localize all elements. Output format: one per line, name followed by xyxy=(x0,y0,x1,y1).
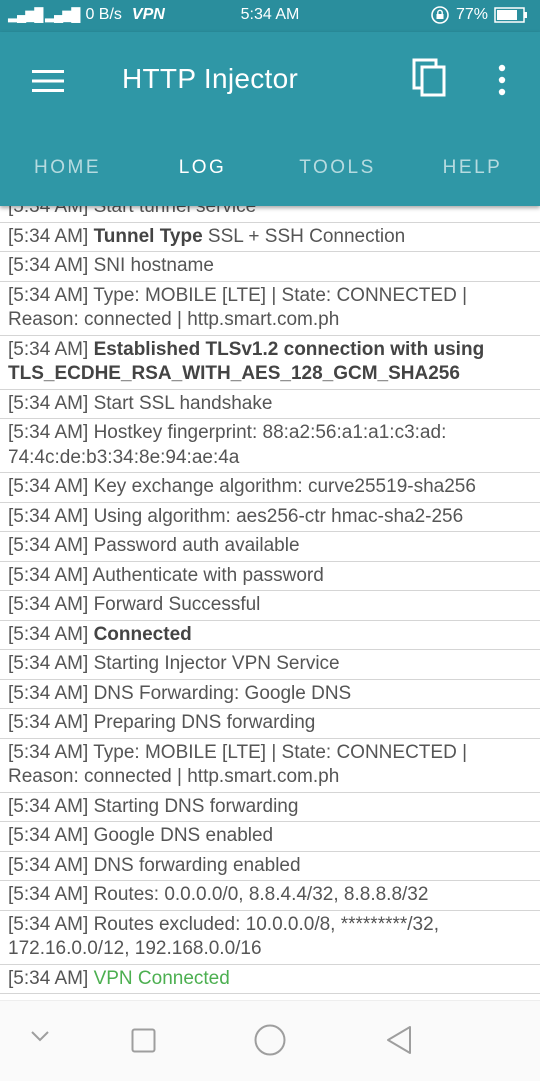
log-entry: [5:34 AM] Starting DNS forwarding xyxy=(0,793,540,822)
home-icon[interactable] xyxy=(254,1024,286,1056)
log-entry: [5:34 AM] Routes: 0.0.0.0/0, 8.8.4.4/32,… xyxy=(0,881,540,911)
recent-apps-icon[interactable] xyxy=(131,1028,156,1053)
hide-keyboard-icon[interactable] xyxy=(30,1029,50,1043)
log-entry: [5:34 AM] Forward Successful xyxy=(0,591,540,621)
tab-log[interactable]: LOG xyxy=(135,150,270,206)
log-entry: [5:34 AM] Hostkey fingerprint: 88:a2:56:… xyxy=(0,419,540,473)
vpn-connected-status: VPN Connected xyxy=(93,967,230,989)
log-entry: [5:34 AM] DNS forwarding enabled xyxy=(0,852,540,881)
log-entry: [5:34 AM] Type: MOBILE [LTE] | State: CO… xyxy=(0,282,540,336)
battery-percent: 77% xyxy=(455,6,488,23)
tab-tools[interactable]: TOOLS xyxy=(270,150,405,206)
log-entry: [5:34 AM] SNI hostname xyxy=(0,252,540,282)
log-list[interactable]: [5:34 AM] Start tunnel service [5:34 AM]… xyxy=(0,191,540,1001)
status-bar: ▂▄▆█ ▂▄▆█ 0 B/s VPN 5:34 AM 77% xyxy=(0,0,540,32)
log-entry: [5:34 AM] Starting Injector VPN Service xyxy=(0,650,540,680)
log-entry: [5:34 AM] Tunnel Type SSL + SSH Connecti… xyxy=(0,223,540,252)
app-title: HTTP Injector xyxy=(122,63,299,94)
log-entry: [5:34 AM] Password auth available xyxy=(0,532,540,562)
log-entry: [5:34 AM] Routes excluded: 10.0.0.0/8, *… xyxy=(0,911,540,965)
log-entry: [5:34 AM] DNS Forwarding: Google DNS xyxy=(0,680,540,709)
tab-help[interactable]: HELP xyxy=(405,150,540,206)
tab-home[interactable]: HOME xyxy=(0,150,135,206)
log-entry: [5:34 AM] Start SSL handshake xyxy=(0,390,540,419)
log-entry: [5:34 AM] Using algorithm: aes256-ctr hm… xyxy=(0,503,540,532)
copy-icon[interactable] xyxy=(412,58,448,98)
hamburger-menu-icon[interactable] xyxy=(32,70,64,92)
log-entry: [5:34 AM] Connected xyxy=(0,621,540,650)
back-icon[interactable] xyxy=(386,1025,412,1055)
log-entry: [5:34 AM] Type: MOBILE [LTE] | State: CO… xyxy=(0,739,540,793)
navigation-bar xyxy=(0,1000,540,1081)
log-entry: [5:34 AM] Authenticate with password xyxy=(0,562,540,591)
rotation-lock-icon xyxy=(431,6,449,24)
log-entry: [5:34 AM] Key exchange algorithm: curve2… xyxy=(0,473,540,503)
app-bar: HTTP Injector HOME LOG TOOLS HELP xyxy=(0,32,540,206)
log-entry: [5:34 AM] VPN Connected xyxy=(0,965,540,994)
log-entry: [5:34 AM] Established TLSv1.2 connection… xyxy=(0,336,540,390)
log-entry: [5:34 AM] Google DNS enabled xyxy=(0,822,540,852)
more-options-icon[interactable] xyxy=(492,64,512,96)
battery-icon xyxy=(494,7,527,23)
status-right: 77% xyxy=(430,5,528,25)
tab-bar: HOME LOG TOOLS HELP xyxy=(0,150,540,206)
log-entry: [5:34 AM] Preparing DNS forwarding xyxy=(0,709,540,739)
